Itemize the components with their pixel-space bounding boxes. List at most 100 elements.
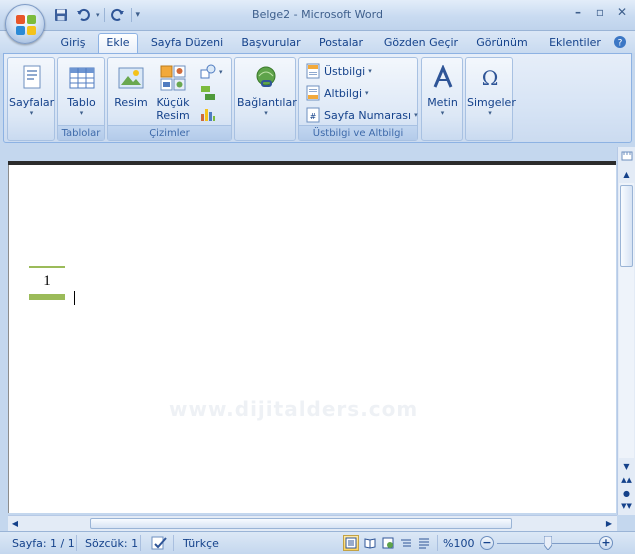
page-number-icon: # [305,107,321,123]
status-separator [437,535,438,551]
simgeler-label: Simgeler [467,96,516,109]
zoom-slider-thumb[interactable] [543,535,553,551]
watermark: www.dijitalders.com [169,397,419,421]
chevron-down-icon: ▾ [79,109,84,117]
svg-text:?: ? [618,39,623,49]
page-number-top-line [29,266,65,268]
proofing-icon[interactable] [150,535,168,554]
office-button[interactable] [5,4,45,44]
language-status[interactable]: Türkçe [183,537,219,550]
chevron-down-icon: ▾ [414,111,418,119]
full-screen-reading-view-icon[interactable] [362,535,378,551]
outline-view-icon[interactable] [398,535,414,551]
sayfa-numarasi-label: Sayfa Numarası [324,108,412,122]
tab-eklentiler[interactable]: Eklentiler [544,35,606,54]
scroll-right-arrow-icon[interactable]: ▶ [603,517,615,530]
previous-page-icon[interactable]: ▲▲ [620,473,633,487]
page-count-status[interactable]: Sayfa: 1 / 1 [12,537,75,550]
baglantilar-button[interactable]: Bağlantılar ▾ [237,60,297,124]
tab-postalar[interactable]: Postalar [312,35,370,54]
chevron-down-icon: ▾ [368,67,372,75]
group-label-ustbilgi: Üstbilgi ve Altbilgi [299,125,417,140]
kucuk-resim-button[interactable]: Küçük Resim [154,60,192,124]
zoom-in-button[interactable]: + [599,536,613,550]
tab-giris[interactable]: Giriş [52,35,94,54]
horizontal-scroll-thumb[interactable] [90,518,512,529]
group-cizimler: Resim Küçük Resim ▾ Çizimler [107,57,232,141]
shapes-button[interactable]: ▾ [200,62,223,82]
altbilgi-button[interactable]: Altbilgi ▾ [305,83,369,103]
group-label-tablolar: Tablolar [58,125,104,140]
status-separator [173,535,174,551]
document-page[interactable]: 1 www.dijitalders.com [8,165,616,513]
ustbilgi-button[interactable]: Üstbilgi ▾ [305,61,372,81]
clip-art-icon [158,63,188,93]
metin-button[interactable]: Metin ▾ [423,60,462,124]
chevron-down-icon: ▾ [365,89,369,97]
close-button[interactable]: ✕ [615,5,629,19]
status-separator [76,535,77,551]
tab-gozden-gecir[interactable]: Gözden Geçir [380,35,462,54]
sayfalar-button[interactable]: Sayfalar ▾ [9,60,54,124]
group-simgeler: Ω Simgeler ▾ [465,57,516,141]
status-separator [140,535,141,551]
shapes-icon [200,64,216,80]
omega-icon: Ω [481,66,499,90]
tab-ekle[interactable]: Ekle [98,33,138,54]
vertical-scrollbar[interactable]: ▲ ▼ ▲▲ ● ▼▼ [617,147,635,515]
window-controls: – ▫ ✕ [571,5,629,19]
print-layout-view-icon[interactable] [343,535,359,551]
minimize-button[interactable]: – [571,5,585,19]
chevron-down-icon: ▾ [219,68,223,76]
header-icon [305,63,321,79]
chevron-down-icon: ▾ [488,109,492,117]
chart-button[interactable] [200,104,216,124]
ribbon-panel: Sayfalar ▾ Tablo ▾ Tablolar Resim Küçük … [3,53,632,143]
kucuk-resim-label-2: Resim [156,109,190,122]
horizontal-scrollbar[interactable]: ◀ ▶ [8,515,617,531]
picture-icon [116,63,146,93]
group-ustbilgi-altbilgi: Üstbilgi ▾ Altbilgi ▾ # Sayfa Numarası ▾… [298,57,418,141]
tab-sayfa-duzeni[interactable]: Sayfa Düzeni [146,35,228,54]
metin-label: Metin [427,96,458,109]
resim-label: Resim [114,96,148,109]
scroll-up-arrow-icon[interactable]: ▲ [620,167,633,181]
zoom-out-button[interactable]: − [480,536,494,550]
chevron-down-icon: ▾ [264,109,268,117]
pages-icon [17,63,47,93]
title-bar: ▾ ▾ Belge2 - Microsoft Word – ▫ ✕ [0,0,635,31]
web-layout-view-icon[interactable] [380,535,396,551]
smartart-button[interactable] [200,83,216,103]
scroll-left-arrow-icon[interactable]: ◀ [9,517,21,530]
links-icon [251,63,281,93]
vertical-scroll-thumb[interactable] [620,185,633,267]
altbilgi-label: Altbilgi [324,86,363,100]
svg-text:#: # [310,112,317,121]
table-icon [67,63,97,93]
tab-basvurular[interactable]: Başvurular [236,35,306,54]
resim-button[interactable]: Resim [112,60,150,124]
ruler-toggle-icon[interactable] [620,149,633,163]
zoom-level[interactable]: %100 [443,537,474,550]
group-metin: Metin ▾ [421,57,463,141]
text-cursor [74,291,75,305]
tab-gorunum[interactable]: Görünüm [470,35,534,54]
footer-icon [305,85,321,101]
next-page-icon[interactable]: ▼▼ [620,499,633,513]
kucuk-resim-label-1: Küçük [156,96,190,109]
restore-button[interactable]: ▫ [593,5,607,19]
help-icon[interactable]: ? [612,35,628,54]
browse-object-icon[interactable]: ● [620,486,633,500]
word-count-status[interactable]: Sözcük: 1 [85,537,138,550]
smartart-icon [200,85,216,101]
group-baglantilar: Bağlantılar ▾ [234,57,297,141]
tablo-button[interactable]: Tablo ▾ [59,60,104,124]
baglantilar-label: Bağlantılar [237,96,297,109]
ribbon-tabs: Giriş Ekle Sayfa Düzeni Başvurular Posta… [0,31,635,54]
office-logo-icon [16,15,36,35]
simgeler-button[interactable]: Ω Simgeler ▾ [467,60,516,124]
sayfa-numarasi-button[interactable]: # Sayfa Numarası ▾ [305,105,418,125]
chevron-down-icon: ▾ [440,109,445,117]
scroll-down-arrow-icon[interactable]: ▼ [620,459,633,473]
draft-view-icon[interactable] [416,535,432,551]
